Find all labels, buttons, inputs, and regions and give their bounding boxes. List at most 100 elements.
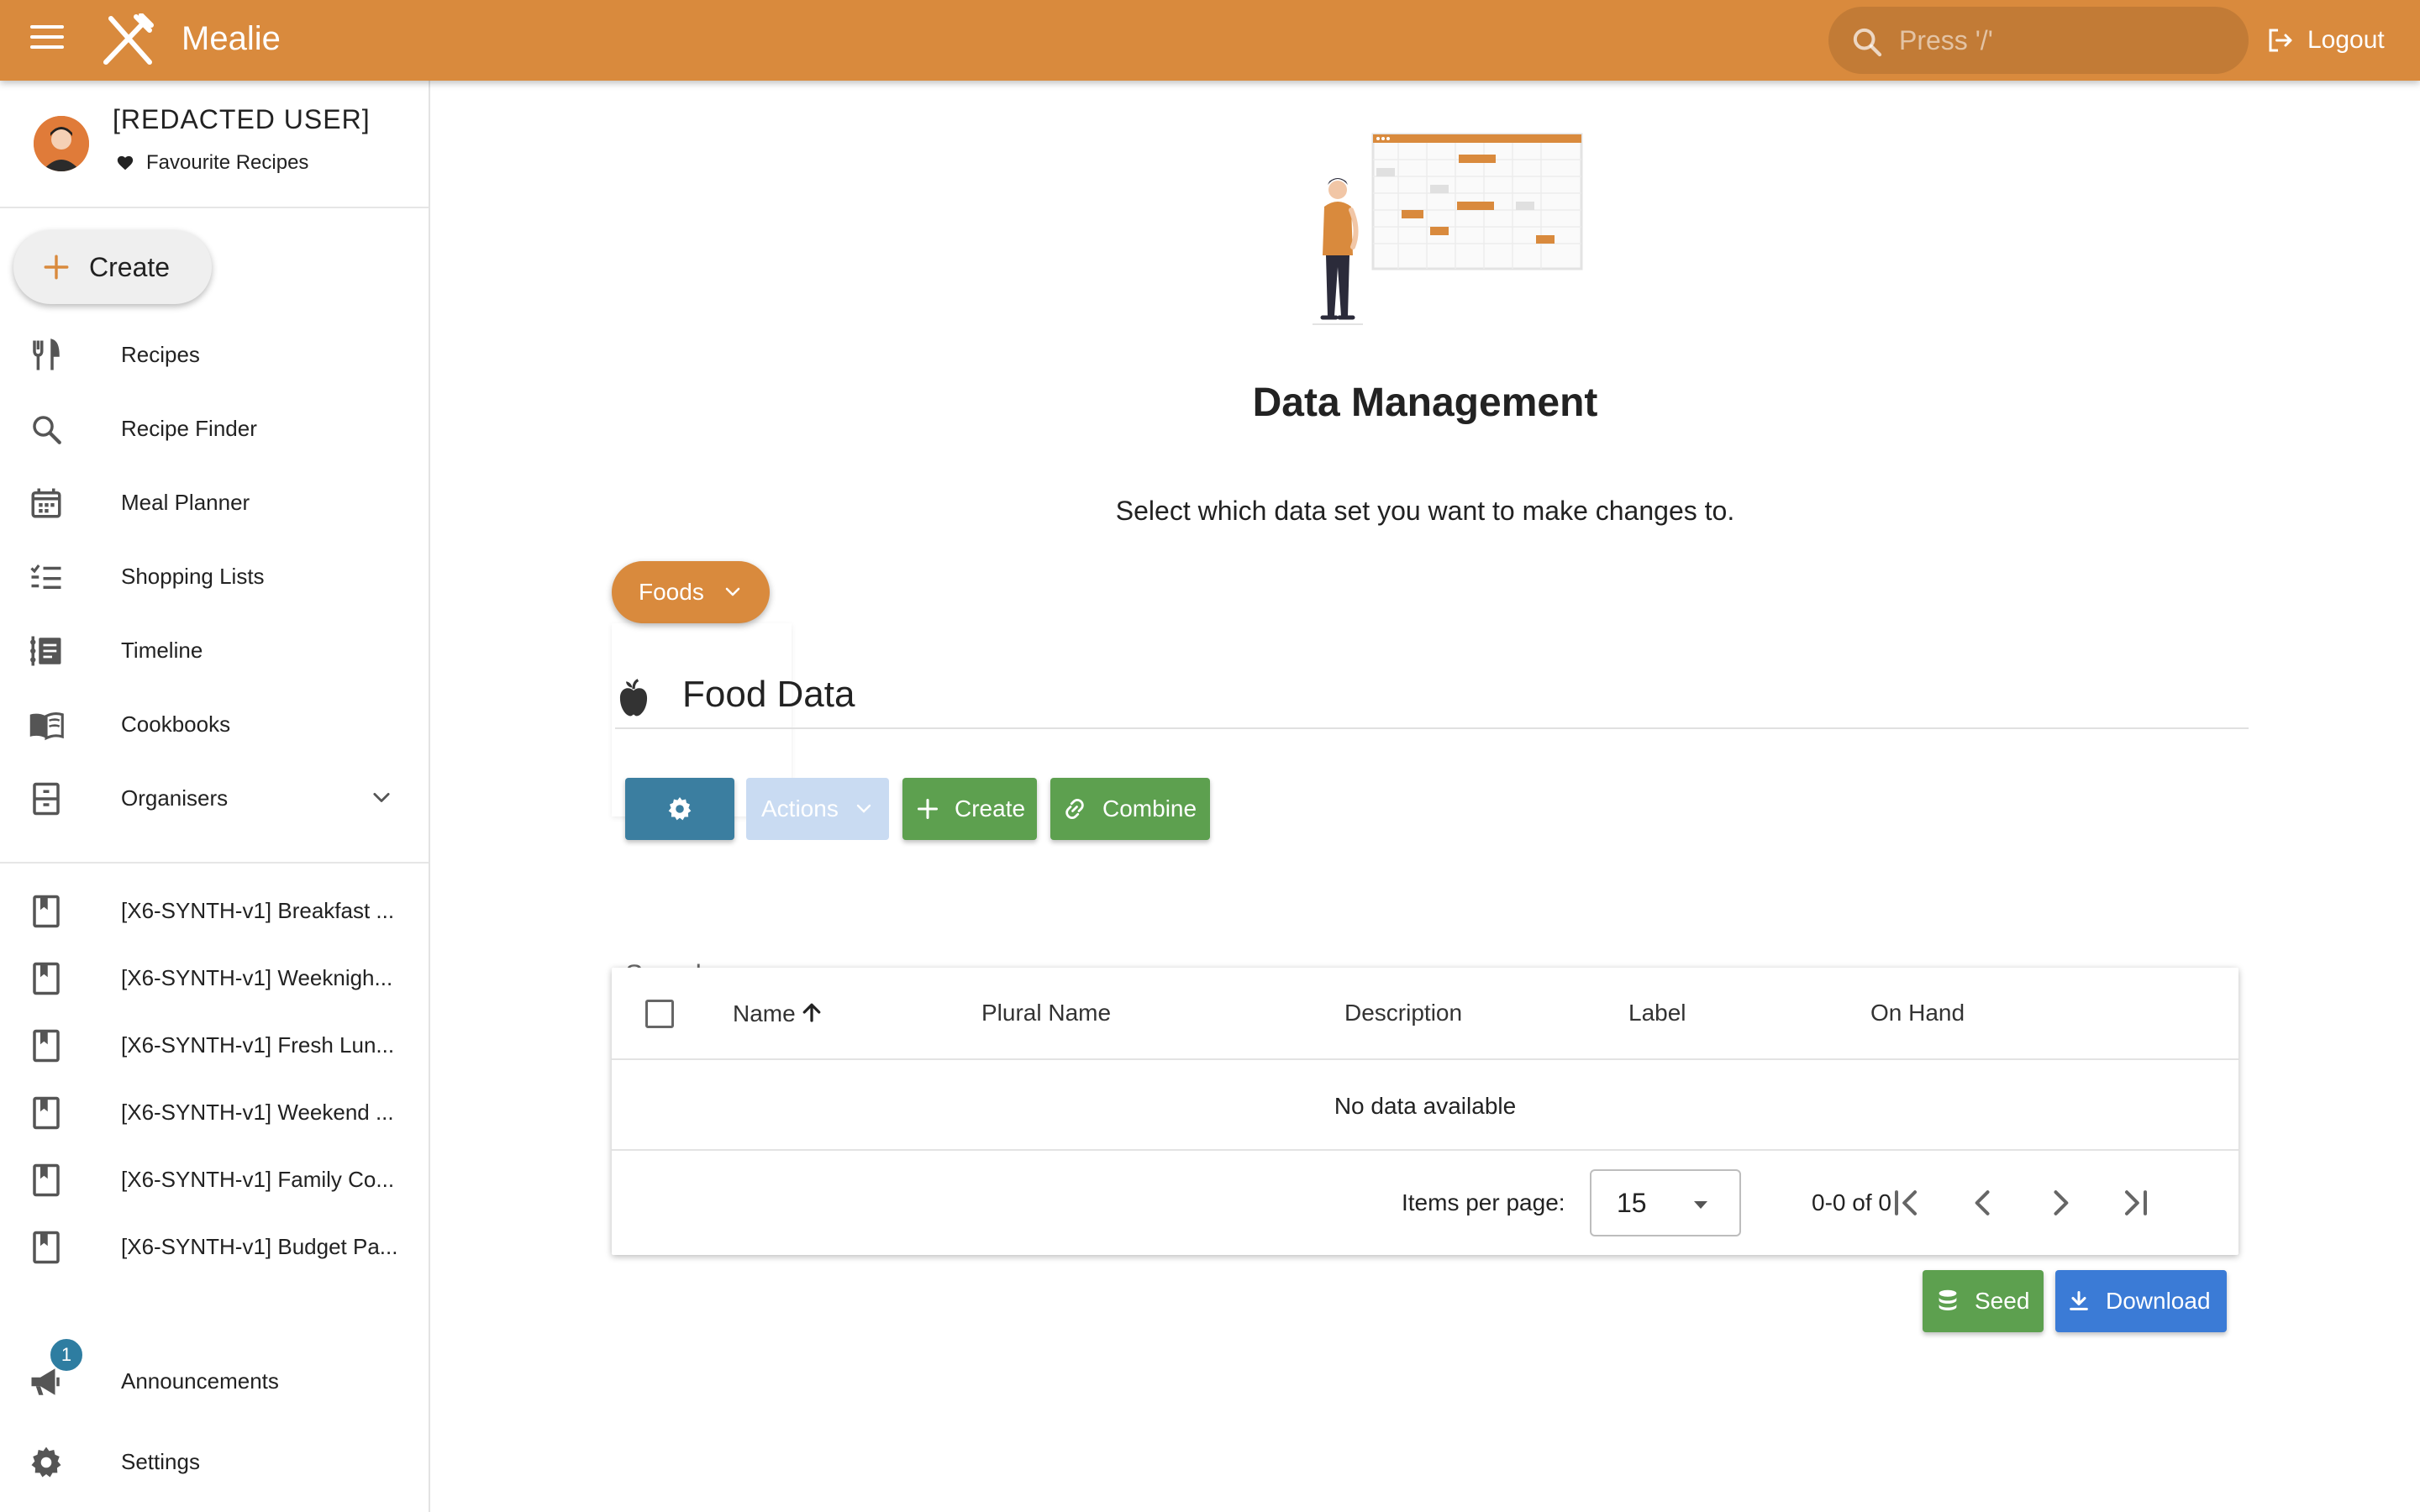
sidebar-item-label: Meal Planner	[121, 489, 250, 515]
data-management-illustration	[1313, 133, 1583, 325]
mealie-logo-icon[interactable]	[99, 13, 156, 67]
sidebar-item-meal-planner[interactable]: Meal Planner	[0, 472, 429, 533]
items-per-page-select[interactable]: 15	[1590, 1169, 1741, 1236]
chevron-down-icon	[856, 804, 871, 813]
favourite-recipes-label: Favourite Recipes	[146, 151, 309, 174]
sidebar-item-label: [X6-SYNTH-v1] Weekend ...	[121, 1099, 394, 1125]
column-label: Name	[733, 1000, 796, 1026]
sidebar-item-announcements[interactable]: 1 Announcements	[0, 1337, 429, 1411]
plus-icon	[917, 798, 939, 820]
apple-icon	[619, 679, 648, 717]
chevron-down-icon	[725, 587, 740, 596]
global-search[interactable]	[1828, 7, 2249, 74]
create-food-button[interactable]: Create	[902, 778, 1037, 840]
sidebar-item-label: Announcements	[121, 1368, 279, 1394]
app-bar: Mealie Logout	[0, 0, 2420, 81]
global-search-input[interactable]	[1899, 20, 2218, 60]
sidebar-create-label: Create	[89, 251, 171, 282]
sidebar-cookbook-item[interactable]: [X6-SYNTH-v1] Weekend ...	[0, 1082, 429, 1142]
next-page-icon[interactable]	[2042, 1184, 2079, 1221]
sidebar-item-label: [X6-SYNTH-v1] Family Co...	[121, 1166, 395, 1192]
bookmark-book-icon	[33, 895, 60, 928]
sidebar-cookbook-item[interactable]: [X6-SYNTH-v1] Weeknigh...	[0, 948, 429, 1008]
sidebar-create-button[interactable]: Create	[13, 230, 212, 304]
actions-label: Actions	[761, 795, 839, 822]
main-content: Data Management Select which data set yo…	[430, 81, 2420, 1512]
logout-icon	[2269, 29, 2292, 52]
timeline-icon	[30, 636, 61, 666]
caret-down-icon	[1694, 1201, 1707, 1209]
sidebar-item-settings[interactable]: Settings	[0, 1431, 429, 1492]
heart-icon	[117, 155, 134, 171]
logout-button[interactable]: Logout	[2265, 20, 2385, 60]
sidebar-item-label: Cookbooks	[121, 711, 231, 737]
search-icon	[33, 416, 61, 444]
chevron-down-icon[interactable]	[366, 786, 397, 810]
link-icon	[1065, 799, 1084, 819]
app-brand[interactable]: Mealie	[182, 20, 281, 58]
seed-label: Seed	[1975, 1288, 2030, 1314]
sidebar-item-recipes[interactable]: Recipes	[0, 324, 429, 385]
bookmark-book-icon	[33, 1163, 60, 1197]
sidebar-item-organisers[interactable]: Organisers	[0, 768, 429, 828]
last-page-icon[interactable]	[2118, 1184, 2154, 1221]
sidebar-item-recipe-finder[interactable]: Recipe Finder	[0, 398, 429, 459]
column-header-on-hand[interactable]: On Hand	[1870, 1000, 1965, 1026]
menu-icon[interactable]	[30, 25, 64, 55]
download-button[interactable]: Download	[2055, 1270, 2227, 1332]
sidebar-item-label: Shopping Lists	[121, 563, 265, 589]
sidebar-cookbook-item[interactable]: [X6-SYNTH-v1] Breakfast ...	[0, 880, 429, 941]
sidebar-item-cookbooks[interactable]: Cookbooks	[0, 694, 429, 754]
column-header-description[interactable]: Description	[1344, 1000, 1462, 1026]
bookmark-book-icon	[33, 1029, 60, 1063]
select-all-checkbox[interactable]	[645, 1000, 674, 1028]
table-pagination: Items per page: 15 0-0 of 0	[612, 1152, 2238, 1255]
fork-knife-icon	[33, 339, 60, 370]
column-header-plural-name[interactable]: Plural Name	[981, 1000, 1111, 1026]
bookmark-book-icon	[33, 1096, 60, 1130]
table-header: Name Plural Name Description Label On Ha…	[612, 968, 2238, 1060]
download-icon	[2070, 1290, 2088, 1310]
book-icon	[29, 712, 64, 741]
column-header-label[interactable]: Label	[1628, 1000, 1686, 1026]
sidebar-item-label: Settings	[121, 1448, 200, 1474]
create-label: Create	[955, 795, 1026, 822]
actions-dropdown-button[interactable]: Actions	[746, 778, 889, 840]
seed-button[interactable]: Seed	[1923, 1270, 2044, 1332]
search-icon	[1853, 28, 1882, 57]
sidebar-cookbook-item[interactable]: [X6-SYNTH-v1] Family Co...	[0, 1149, 429, 1210]
logout-label: Logout	[2307, 26, 2385, 54]
sidebar-item-shopping-lists[interactable]: Shopping Lists	[0, 546, 429, 606]
sidebar-item-label: Recipes	[121, 341, 200, 367]
dataset-select-button[interactable]: Foods	[612, 561, 770, 623]
gear-icon	[31, 1446, 61, 1478]
sidebar-divider	[0, 862, 429, 864]
checklist-icon	[30, 564, 61, 589]
announcements-badge: 1	[49, 1337, 84, 1373]
sidebar-item-label: [X6-SYNTH-v1] Budget Pa...	[121, 1233, 398, 1259]
gear-icon	[668, 797, 692, 821]
sidebar-item-label: Timeline	[121, 637, 203, 663]
avatar[interactable]	[34, 116, 89, 171]
download-label: Download	[2106, 1288, 2211, 1314]
table-settings-button[interactable]	[625, 778, 734, 840]
database-icon	[1939, 1289, 1957, 1310]
page-subtitle: Select which data set you want to make c…	[1115, 496, 1735, 526]
dataset-select-label: Foods	[639, 579, 704, 605]
section-title: Food Data	[682, 674, 855, 715]
sidebar: [REDACTED USER] Favourite Recipes Create…	[0, 81, 430, 1512]
sidebar-item-label: [X6-SYNTH-v1] Fresh Lun...	[121, 1032, 395, 1058]
combine-label: Combine	[1102, 795, 1197, 822]
page-title: Data Management	[1252, 381, 1598, 425]
combine-foods-button[interactable]: Combine	[1050, 778, 1210, 840]
column-header-name[interactable]: Name	[733, 1000, 824, 1027]
sidebar-item-timeline[interactable]: Timeline	[0, 620, 429, 680]
items-per-page-label: Items per page:	[1402, 1189, 1565, 1215]
favourite-recipes-link[interactable]: Favourite Recipes	[116, 151, 308, 175]
sidebar-item-label: [X6-SYNTH-v1] Breakfast ...	[121, 897, 395, 923]
first-page-icon[interactable]	[1887, 1184, 1924, 1221]
previous-page-icon[interactable]	[1965, 1184, 2002, 1221]
calendar-icon	[31, 488, 61, 518]
sidebar-cookbook-item[interactable]: [X6-SYNTH-v1] Budget Pa...	[0, 1216, 429, 1277]
sidebar-cookbook-item[interactable]: [X6-SYNTH-v1] Fresh Lun...	[0, 1015, 429, 1075]
